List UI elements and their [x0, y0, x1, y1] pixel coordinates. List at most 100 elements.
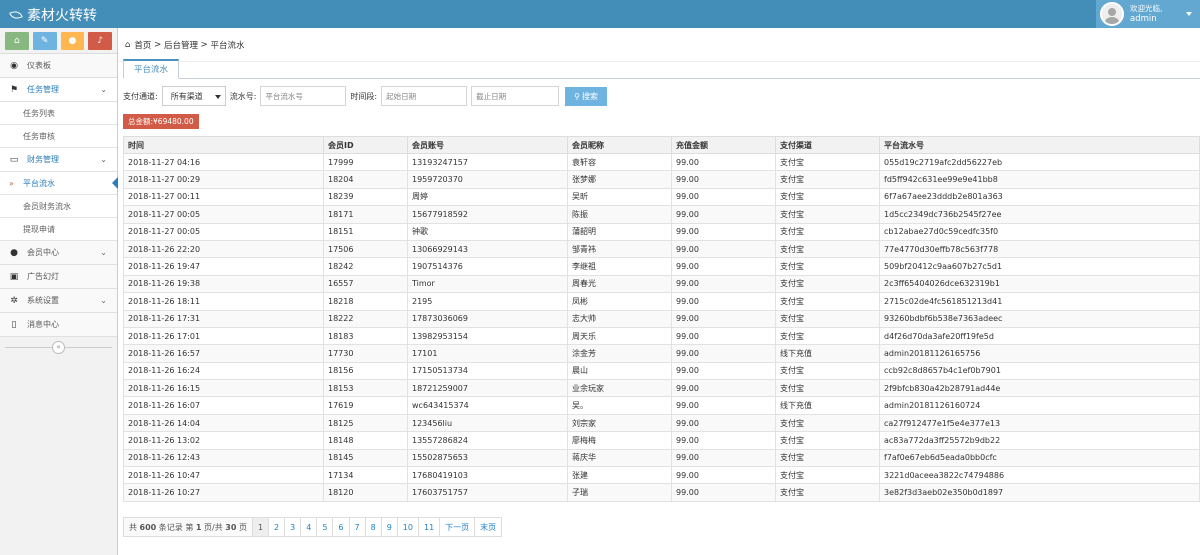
channel-select-value: 所有渠道	[170, 91, 203, 101]
breadcrumb-admin[interactable]: 后台管理	[164, 39, 198, 51]
chevron-down-icon: ⌄	[100, 85, 107, 94]
breadcrumb-separator: >	[200, 39, 208, 50]
table-cell: 线下充值	[775, 396, 880, 415]
next-page-button[interactable]: 下一页	[440, 517, 476, 537]
table-cell: 2018-11-27 00:05	[123, 205, 324, 224]
home-icon: ⌂	[125, 39, 131, 50]
table-cell: 99.00	[671, 239, 776, 259]
table-cell: 99.00	[671, 431, 776, 450]
home-icon: ⌂	[14, 36, 20, 46]
home-shortcut-button[interactable]: ⌂	[5, 32, 29, 50]
table-cell: 1959720370	[407, 170, 568, 189]
sidebar-item-messages[interactable]: ▯ 消息中心	[0, 313, 117, 337]
end-date-placeholder: 截止日期	[476, 91, 507, 101]
table-cell: 99.00	[671, 205, 776, 224]
tab-bar: 平台流水	[123, 59, 180, 79]
users-shortcut-button[interactable]: ●	[60, 32, 85, 50]
table-row: 2018-11-26 22:20 17506 13066929143 邹青祎 99.00…	[123, 239, 1200, 259]
table-cell: 吴昕	[567, 187, 672, 207]
table-cell: 99.00	[671, 222, 776, 241]
column-header: 平台流水号	[879, 136, 1200, 154]
page-button-2[interactable]: 2	[269, 517, 286, 537]
table-cell: 2195	[407, 292, 568, 311]
sidebar-item-finance[interactable]: ▭ 财务管理 ⌄	[0, 148, 117, 172]
table-cell: 18218	[323, 292, 408, 311]
page-button-5[interactable]: 5	[317, 517, 334, 537]
page-button-11[interactable]: 11	[418, 517, 441, 537]
pagination-info: 共 600 条记录 第 1 页/共 30 页	[123, 517, 253, 537]
table-cell: 廖梅梅	[567, 431, 672, 450]
sidebar-item-members[interactable]: ● 会员中心 ⌄	[0, 241, 117, 265]
start-date-input[interactable]: 起始日期	[381, 86, 468, 106]
time-label: 时间段:	[350, 91, 378, 101]
table-cell: 93260bdbf6b538e7363adeec	[879, 309, 1200, 328]
table-row: 2018-11-27 04:16 17999 13193247157 袁轩容 99.00…	[123, 152, 1200, 172]
user-menu[interactable]: 欢迎光临, admin	[1096, 0, 1200, 28]
pager-text: 页/共	[204, 522, 223, 532]
table-cell: 509bf20412c9aa607b27c5d1	[879, 257, 1200, 276]
page-button-9[interactable]: 9	[381, 517, 398, 537]
table-cell: 陈振	[567, 205, 672, 224]
table-cell: 支付宝	[775, 292, 880, 311]
table-row: 2018-11-26 13:02 18148 13557286824 廖梅梅 99.00…	[123, 431, 1200, 450]
sidebar-item-task-list[interactable]: 任务列表	[0, 102, 117, 125]
search-button-label: 搜索	[582, 91, 599, 101]
page-button-3[interactable]: 3	[285, 517, 302, 537]
sidebar-item-dashboard[interactable]: ◉ 仪表板	[0, 54, 117, 78]
sidebar-item-settings[interactable]: ✲ 系统设置 ⌄	[0, 289, 117, 313]
table-cell: 99.00	[671, 413, 776, 433]
table-cell: 99.00	[671, 379, 776, 398]
page-button-10[interactable]: 10	[397, 517, 419, 537]
table-cell: 支付宝	[775, 326, 880, 346]
table-cell: 涂金芳	[567, 344, 672, 363]
table-cell: 18151	[323, 222, 408, 241]
welcome-text: 欢迎光临,	[1130, 4, 1163, 13]
table-cell: 李继祖	[567, 257, 672, 276]
table-cell: 支付宝	[775, 483, 880, 502]
page-button-8[interactable]: 8	[365, 517, 382, 537]
breadcrumb-home[interactable]: 首页	[134, 39, 151, 51]
sidebar-item-tasks[interactable]: ⚑ 任务管理 ⌄	[0, 78, 117, 102]
table-cell: 18148	[323, 431, 408, 450]
table-cell: 2018-11-26 12:43	[123, 448, 324, 468]
table-cell: 支付宝	[775, 152, 880, 172]
sidebar-item-member-finance[interactable]: 会员财务流水	[0, 195, 117, 218]
page-button-6[interactable]: 6	[333, 517, 350, 537]
search-button[interactable]: ⚲ 搜索	[565, 86, 608, 106]
gear-icon: ✲	[10, 295, 18, 306]
sidebar-item-ads[interactable]: ▣ 广告幻灯	[0, 265, 117, 289]
sidebar-item-withdraw[interactable]: 提现申请	[0, 218, 117, 241]
table-cell: 2c3ff65404026dce632319b1	[879, 274, 1200, 294]
table-cell: 15677918592	[407, 205, 568, 224]
collapse-sidebar-button[interactable]: «	[52, 340, 65, 354]
tab-platform-flow[interactable]: 平台流水	[123, 59, 180, 79]
shortcut-bar: ⌂ ✎ ● ♪	[0, 28, 117, 54]
channel-select[interactable]: 所有渠道	[161, 86, 226, 106]
end-date-input[interactable]: 截止日期	[471, 86, 560, 106]
sidebar: ⌂ ✎ ● ♪ ◉ 仪表板 ⚑ 任务管理 ⌄ 任务列表 任务审核 ▭ 财务管理 ⌄ 平台流…	[0, 28, 118, 555]
breadcrumb-current: 平台流水	[210, 40, 245, 51]
pager-text: 条记录 第	[158, 522, 194, 532]
sidebar-item-task-review[interactable]: 任务审核	[0, 125, 117, 148]
user-name: admin	[1130, 14, 1157, 24]
page-button-4[interactable]: 4	[301, 517, 318, 537]
serial-input[interactable]: 平台流水号	[260, 86, 347, 106]
table-cell: 2018-11-27 00:11	[123, 187, 324, 207]
page-button-1[interactable]: 1	[252, 517, 270, 537]
table-cell: 2018-11-27 00:05	[123, 222, 324, 241]
last-page-button[interactable]: 末页	[475, 517, 503, 537]
sidebar-item-platform-flow[interactable]: 平台流水	[0, 172, 118, 195]
edit-shortcut-button[interactable]: ✎	[32, 32, 57, 50]
table-row: 2018-11-26 16:15 18153 18721259007 业余玩家 99.0…	[123, 379, 1200, 398]
table-cell: 2018-11-26 16:57	[123, 344, 324, 363]
table-row: 2018-11-26 10:47 17134 17680419103 张建 99.00 支…	[123, 466, 1200, 485]
table-cell: admin20181126160724	[879, 396, 1200, 415]
brand[interactable]: 素材火转转	[9, 5, 97, 25]
bell-shortcut-button[interactable]: ♪	[88, 32, 112, 50]
table-cell: 13193247157	[407, 152, 568, 172]
table-row: 2018-11-26 18:11 18218 2195 凤彬 99.00 支付宝 2715c…	[123, 292, 1200, 311]
chevron-down-icon: ⌄	[100, 296, 107, 305]
flow-table: 时间 会员ID 会员账号 会员昵称 充值金额 支付渠道 平台流水号 2018-11-27 0…	[123, 136, 1200, 502]
table-cell: 凤彬	[567, 292, 672, 311]
page-button-7[interactable]: 7	[349, 517, 366, 537]
